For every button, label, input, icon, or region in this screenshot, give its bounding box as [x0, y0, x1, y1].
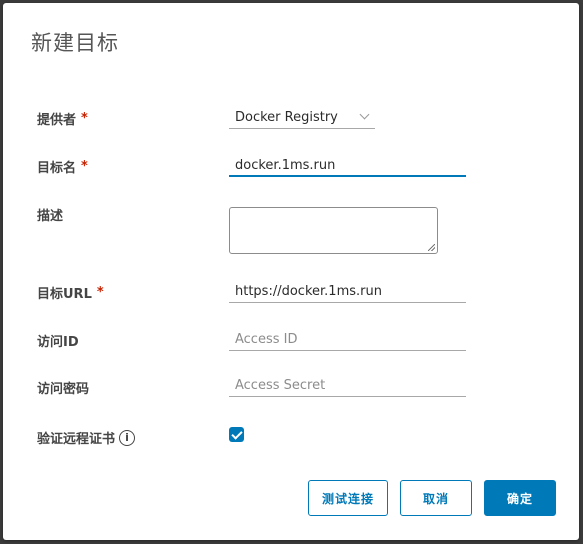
provider-label-text: 提供者 — [37, 113, 77, 128]
ok-button[interactable]: 确定 — [484, 480, 556, 516]
access-id-label-text: 访问ID — [37, 335, 79, 350]
provider-select[interactable]: Docker Registry — [229, 107, 375, 129]
cancel-button[interactable]: 取消 — [400, 480, 472, 516]
url-label: 目标URL * — [37, 283, 104, 302]
required-mark: * — [96, 285, 104, 300]
verify-cert-label: 验证远程证书 i — [37, 428, 136, 447]
access-id-input[interactable]: Access ID — [229, 329, 466, 351]
resize-grip-icon[interactable] — [428, 244, 435, 251]
provider-label: 提供者 * — [37, 109, 88, 128]
access-secret-label: 访问密码 — [37, 378, 89, 397]
access-secret-input[interactable]: Access Secret — [229, 375, 466, 397]
name-label-text: 目标名 — [37, 161, 77, 176]
verify-cert-label-text: 验证远程证书 — [37, 432, 116, 447]
chevron-down-icon — [359, 109, 370, 120]
info-icon[interactable]: i — [119, 429, 136, 446]
url-label-text: 目标URL — [37, 287, 92, 302]
required-mark: * — [81, 111, 88, 126]
name-label: 目标名 * — [37, 157, 88, 176]
provider-select-value: Docker Registry — [235, 110, 338, 125]
url-input[interactable]: https://docker.1ms.run — [229, 281, 466, 303]
name-input-value: docker.1ms.run — [235, 157, 336, 173]
name-input[interactable]: docker.1ms.run — [229, 155, 466, 177]
description-textarea[interactable] — [229, 207, 438, 254]
required-mark: * — [81, 159, 88, 174]
new-endpoint-dialog: 新建目标 提供者 * Docker Registry 目标名 * docker.… — [3, 3, 579, 540]
access-secret-placeholder: Access Secret — [235, 378, 326, 393]
description-label: 描述 — [37, 205, 63, 224]
access-id-label: 访问ID — [37, 331, 79, 350]
url-input-value: https://docker.1ms.run — [235, 284, 382, 299]
access-secret-label-text: 访问密码 — [37, 382, 90, 397]
test-connection-button[interactable]: 测试连接 — [308, 480, 388, 516]
dialog-title: 新建目标 — [31, 31, 119, 55]
access-id-placeholder: Access ID — [235, 332, 298, 347]
verify-cert-checkbox[interactable] — [229, 427, 244, 442]
description-label-text: 描述 — [37, 209, 64, 224]
